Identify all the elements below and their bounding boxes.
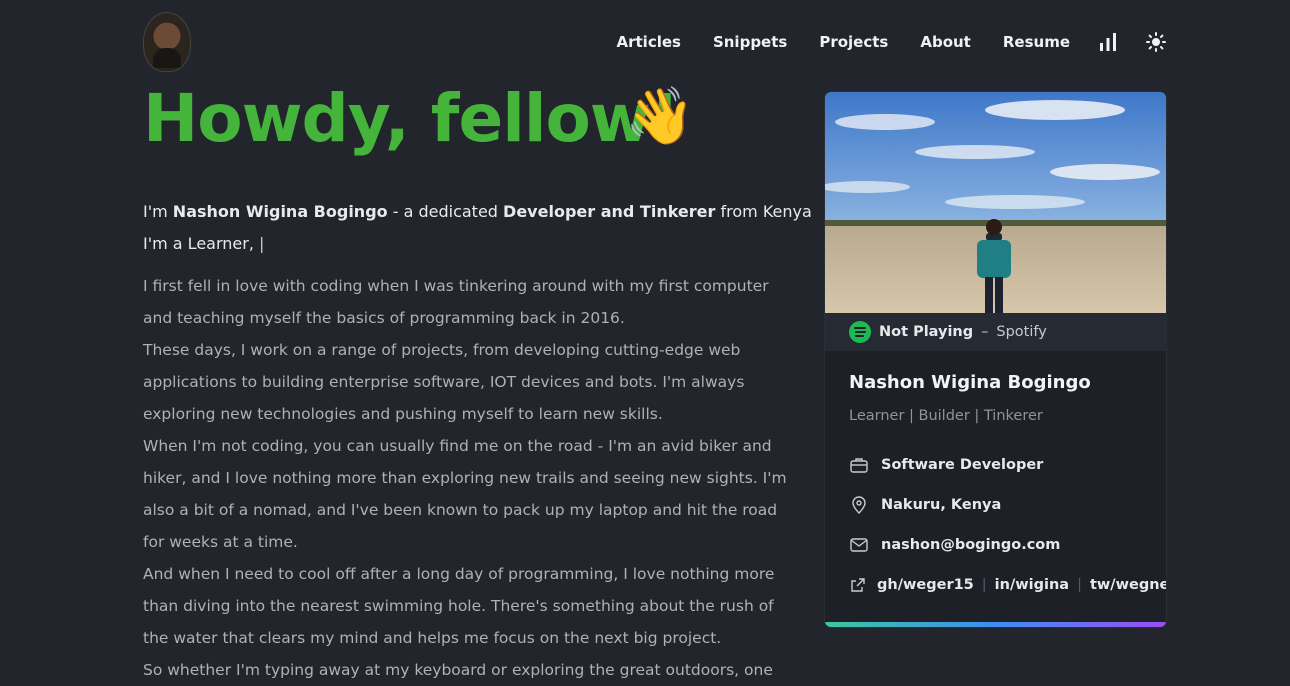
social-links: gh/weger15 | in/wigina | tw/wegner — [849, 576, 1166, 594]
link-separator: | — [981, 577, 987, 593]
paragraph: So whether I'm typing away at my keyboar… — [143, 661, 773, 679]
nav-snippets-link[interactable]: Snippets — [713, 32, 787, 52]
typing-text: I'm a Learner, — [143, 234, 259, 253]
intro-mid: - a dedicated — [387, 202, 504, 221]
nav-projects-link[interactable]: Projects — [819, 32, 888, 52]
paragraph: And when I need to cool off after a long… — [143, 565, 775, 647]
intro-line-1: I'm Nashon Wigina Bogingo - a dedicated … — [143, 196, 812, 228]
paragraph: These days, I work on a range of project… — [143, 341, 745, 423]
nav-resume-link[interactable]: Resume — [1003, 32, 1070, 52]
nav-menu: Articles Snippets Projects About Resume — [585, 32, 1166, 52]
email-link[interactable]: nashon@bogingo.com — [881, 537, 1060, 553]
email-info[interactable]: nashon@bogingo.com — [849, 535, 1060, 555]
github-link[interactable]: gh/weger15 — [877, 577, 974, 593]
linkedin-link[interactable]: in/wigina — [995, 577, 1069, 593]
page-title: Howdy, fellow! — [143, 80, 680, 157]
waving-hand-icon: 👋 — [625, 84, 695, 149]
spotify-status: Not Playing — [879, 324, 974, 340]
link-separator: | — [1077, 577, 1082, 593]
intro-roles: Developer and Tinkerer — [503, 202, 716, 221]
stats-bar-chart-icon[interactable] — [1098, 32, 1118, 52]
nav-articles-link[interactable]: Articles — [617, 32, 681, 52]
profile-photo — [825, 92, 1166, 313]
profile-card: Not Playing – Spotify Nashon Wigina Bogi… — [825, 92, 1166, 627]
location-text: Nakuru, Kenya — [881, 497, 1002, 513]
typing-cursor: | — [259, 234, 265, 253]
briefcase-icon — [850, 458, 868, 473]
spotify-label: Spotify — [996, 324, 1047, 340]
job-title: Software Developer — [881, 457, 1044, 473]
intro-line-2: I'm a Learner, | — [143, 228, 812, 260]
intro-prefix: I'm — [143, 202, 173, 221]
paragraph: When I'm not coding, you can usually fin… — [143, 437, 787, 551]
mail-icon — [850, 538, 868, 552]
top-navigation: Articles Snippets Projects About Resume — [143, 12, 1166, 72]
intro: I'm Nashon Wigina Bogingo - a dedicated … — [143, 196, 812, 260]
spotify-now-playing[interactable]: Not Playing – Spotify — [825, 313, 1166, 351]
profile-tagline: Learner | Builder | Tinkerer — [849, 408, 1043, 424]
spotify-dash: – — [981, 324, 989, 340]
intro-name: Nashon Wigina Bogingo — [172, 202, 388, 221]
location-pin-icon — [852, 496, 866, 514]
paragraph: I first fell in love with coding when I … — [143, 277, 769, 327]
about-body: I first fell in love with coding when I … — [143, 270, 788, 686]
spotify-icon — [849, 321, 871, 343]
profile-name: Nashon Wigina Bogingo — [849, 372, 1091, 393]
card-gradient-bar — [825, 622, 1166, 627]
sun-theme-toggle-icon[interactable] — [1146, 32, 1166, 52]
job-info: Software Developer — [849, 455, 1043, 475]
location-info: Nakuru, Kenya — [849, 495, 1001, 515]
nav-about-link[interactable]: About — [920, 32, 971, 52]
avatar[interactable] — [143, 12, 191, 72]
external-link-icon — [851, 578, 865, 592]
twitter-link[interactable]: tw/wegner — [1090, 577, 1166, 593]
intro-suffix: from Kenya — [715, 202, 812, 221]
